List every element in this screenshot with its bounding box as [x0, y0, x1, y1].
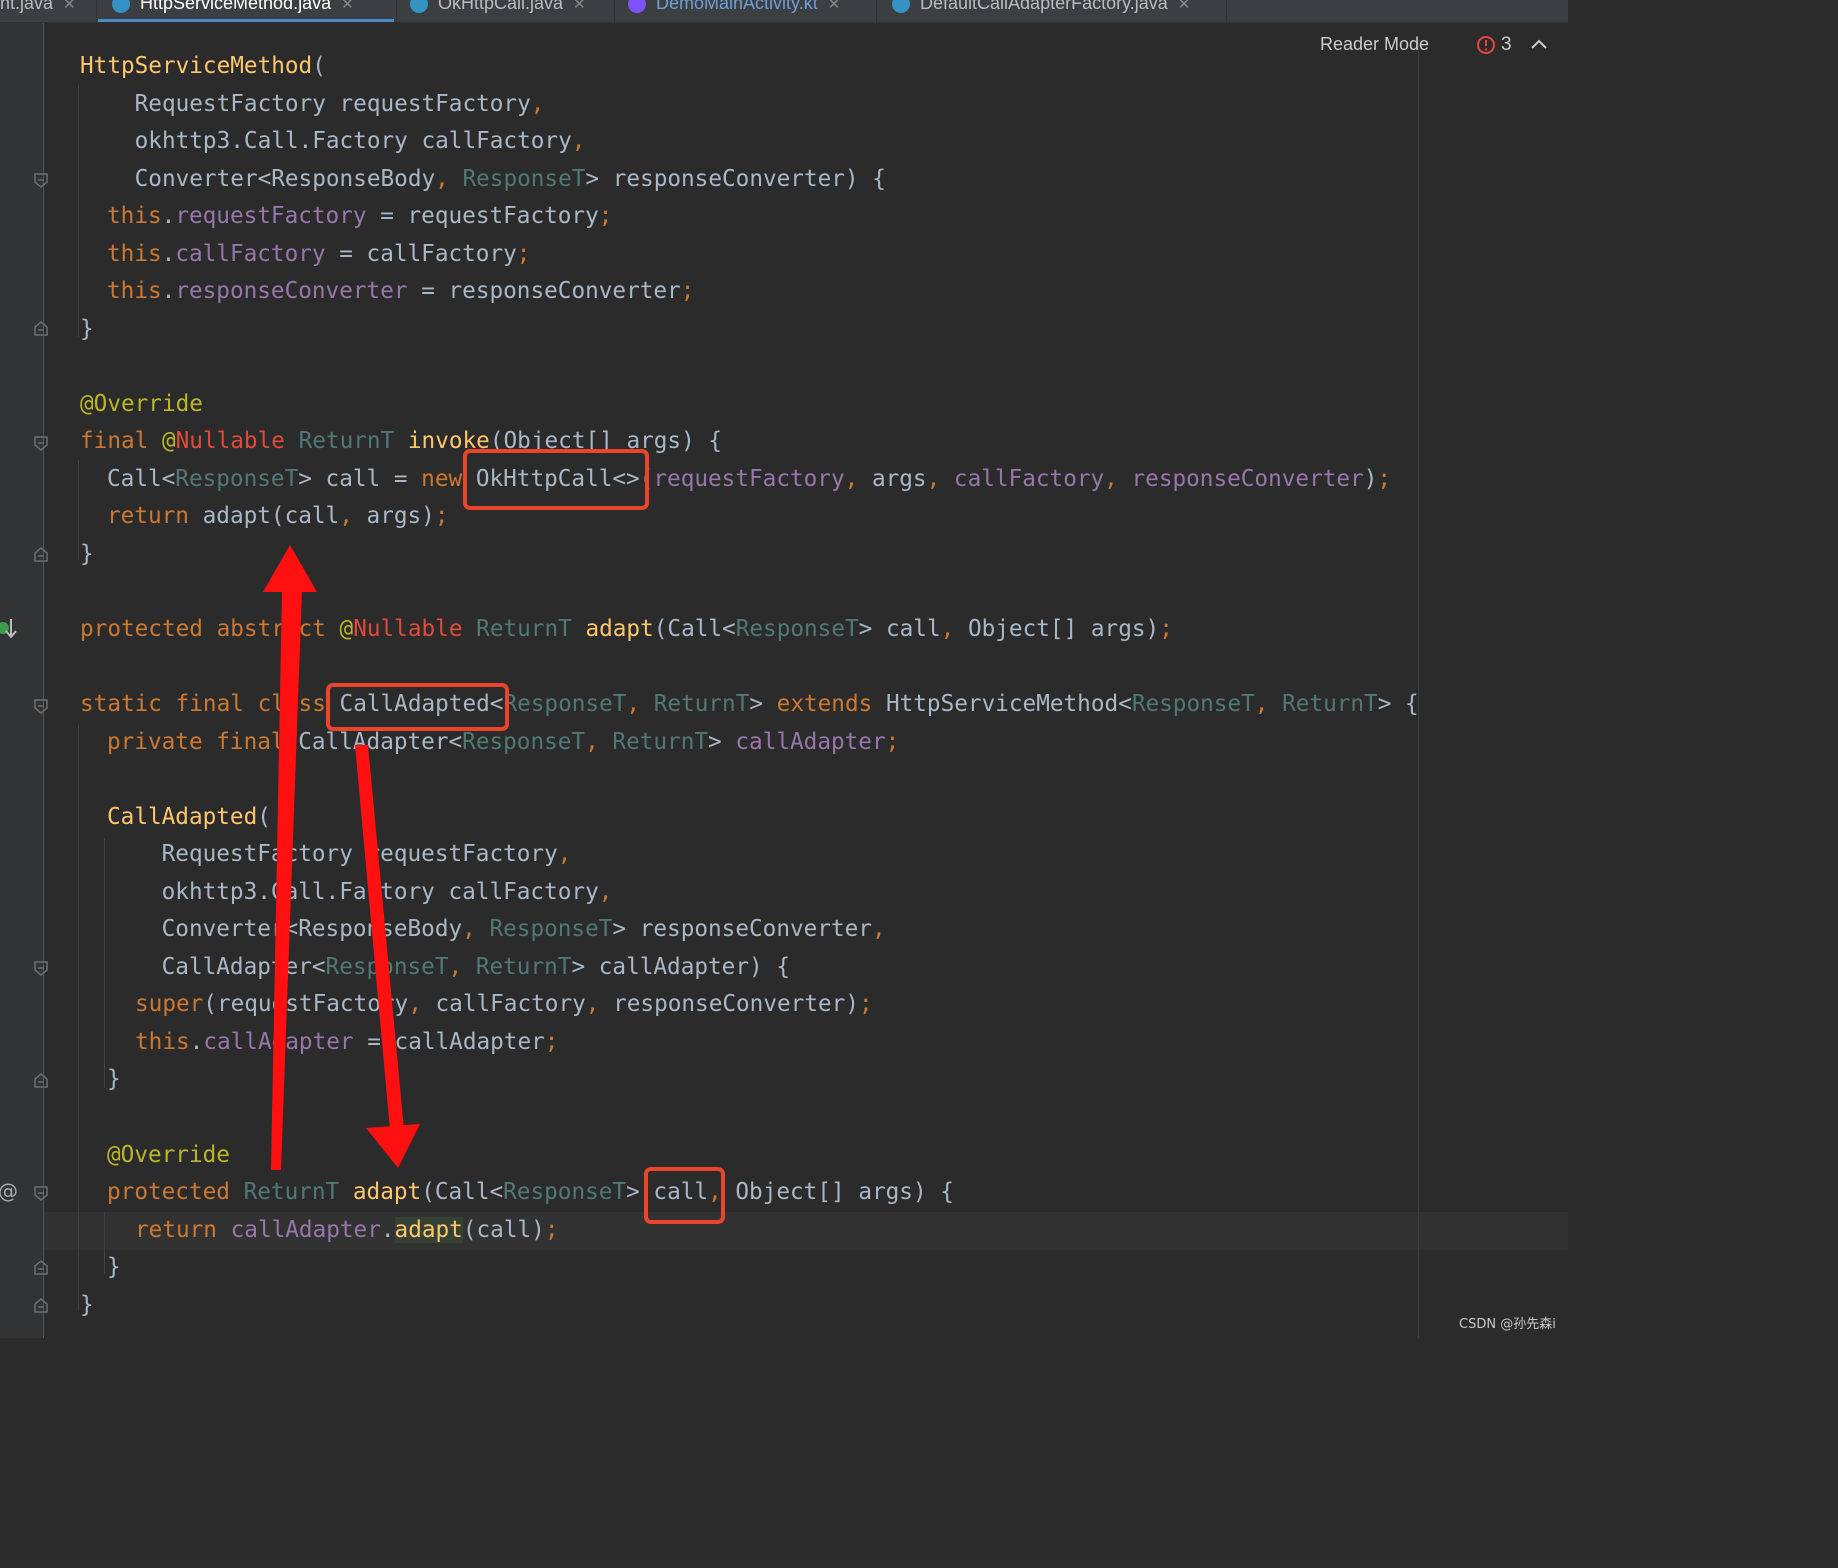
fold-toggle-icon[interactable]: [34, 1186, 48, 1201]
java-class-icon: [410, 0, 428, 14]
fold-toggle-icon[interactable]: [34, 1298, 48, 1313]
java-class-icon: [112, 0, 130, 14]
code-line[interactable]: }: [107, 1061, 121, 1099]
tab-label: OkHttpCall.java: [438, 0, 564, 13]
code-line[interactable]: }: [107, 1249, 121, 1287]
tab-label: DemoMainActivity.kt: [656, 0, 818, 13]
tab-separator: [396, 0, 397, 22]
code-line[interactable]: RequestFactory requestFactory,: [107, 836, 572, 874]
code-line[interactable]: this.callAdapter = callAdapter;: [135, 1024, 558, 1062]
reader-mode-button[interactable]: Reader Mode: [1320, 34, 1429, 55]
tab-defaultcalladapterfactory[interactable]: DefaultCallAdapterFactory.java ✕: [892, 0, 1190, 21]
indent-guide: [104, 1212, 105, 1274]
gutter-divider: [43, 23, 44, 1338]
code-line[interactable]: CallAdapted(: [107, 799, 271, 837]
close-tab-icon[interactable]: ✕: [1178, 0, 1191, 13]
tab-separator: [876, 0, 877, 22]
fold-toggle-icon[interactable]: [34, 547, 48, 562]
fold-toggle-icon[interactable]: [34, 699, 48, 714]
close-tab-icon[interactable]: ✕: [63, 0, 76, 13]
indent-guide: [78, 85, 79, 337]
code-line[interactable]: Converter<ResponseBody, ResponseT> respo…: [80, 161, 886, 199]
chevron-up-icon[interactable]: [1530, 36, 1548, 52]
code-line[interactable]: okhttp3.Call.Factory callFactory,: [107, 874, 613, 912]
tab-separator: [614, 0, 615, 22]
fold-toggle-icon[interactable]: [34, 321, 48, 336]
code-line[interactable]: @Override: [80, 386, 203, 424]
close-tab-icon[interactable]: ✕: [828, 0, 841, 13]
code-line[interactable]: return adapt(call, args);: [107, 498, 449, 536]
tab-separator: [1226, 0, 1227, 22]
code-line[interactable]: RequestFactory requestFactory,: [80, 86, 545, 124]
editor-tab-bar: nt.java ✕ HttpServiceMethod.java ✕ OkHttpC…: [0, 0, 1568, 23]
close-tab-icon[interactable]: ✕: [341, 0, 354, 13]
fold-toggle-icon[interactable]: [34, 961, 48, 976]
fold-toggle-icon[interactable]: [34, 173, 48, 188]
override-marker-icon: [0, 619, 17, 639]
tab-demomainactivity[interactable]: DemoMainActivity.kt ✕: [628, 0, 840, 21]
kotlin-class-icon: [628, 0, 646, 14]
active-tab-indicator: [98, 19, 394, 22]
error-icon[interactable]: [1477, 36, 1495, 54]
highlight-box-okhttpcall: [463, 449, 649, 510]
indent-guide: [104, 838, 105, 1088]
tab-label: DefaultCallAdapterFactory.java: [920, 0, 1168, 13]
code-line[interactable]: this.requestFactory = requestFactory;: [107, 198, 612, 236]
editor-gutter[interactable]: [0, 23, 44, 1338]
code-line[interactable]: return callAdapter.adapt(call);: [135, 1212, 558, 1250]
java-class-icon: [892, 0, 910, 14]
code-line[interactable]: protected ReturnT adapt(Call<ResponseT> …: [107, 1174, 954, 1212]
code-line[interactable]: static final class CallAdapted<ResponseT…: [80, 686, 1419, 724]
fold-toggle-icon[interactable]: [34, 436, 48, 451]
tab-label: HttpServiceMethod.java: [140, 0, 332, 13]
code-line[interactable]: }: [80, 536, 94, 574]
indent-guide: [78, 725, 79, 1310]
tab-separator: [96, 0, 97, 22]
problem-count[interactable]: 3: [1501, 34, 1512, 56]
fold-toggle-icon[interactable]: [34, 1073, 48, 1088]
overrides-method-icon[interactable]: @: [0, 1179, 18, 1203]
code-line[interactable]: }: [80, 311, 94, 349]
code-line[interactable]: Call<ResponseT> call = new OkHttpCall<>(…: [107, 461, 1391, 499]
fold-toggle-icon[interactable]: [34, 1260, 48, 1275]
tab-okhttpcall[interactable]: OkHttpCall.java ✕: [410, 0, 586, 21]
implemented-method-icon[interactable]: [0, 616, 20, 647]
code-line[interactable]: HttpServiceMethod(: [80, 48, 326, 86]
tab-nt-java[interactable]: nt.java ✕: [0, 0, 76, 21]
code-line[interactable]: CallAdapter<ResponseT, ReturnT> callAdap…: [107, 949, 790, 987]
watermark: CSDN @孙先森i: [1459, 1317, 1556, 1332]
tab-label: nt.java: [0, 0, 54, 13]
tab-httpservicemethod[interactable]: HttpServiceMethod.java ✕: [112, 0, 354, 21]
code-line[interactable]: protected abstract @Nullable ReturnT ada…: [80, 611, 1173, 649]
code-line[interactable]: Converter<ResponseBody, ResponseT> respo…: [107, 911, 886, 949]
code-line[interactable]: this.responseConverter = responseConvert…: [107, 273, 694, 311]
code-line[interactable]: this.callFactory = callFactory;: [107, 236, 530, 274]
code-line[interactable]: @Override: [107, 1137, 230, 1175]
highlight-box-calladapted: [326, 683, 509, 731]
code-line[interactable]: okhttp3.Call.Factory callFactory,: [80, 123, 586, 161]
highlight-box-call-param: [644, 1167, 725, 1224]
code-line[interactable]: super(requestFactory, callFactory, respo…: [135, 986, 873, 1024]
arrow-down-icon: [366, 1124, 420, 1168]
code-line[interactable]: }: [80, 1287, 94, 1325]
arrow-up-icon: [263, 545, 317, 592]
indent-guide: [78, 460, 79, 560]
close-tab-icon[interactable]: ✕: [573, 0, 586, 13]
